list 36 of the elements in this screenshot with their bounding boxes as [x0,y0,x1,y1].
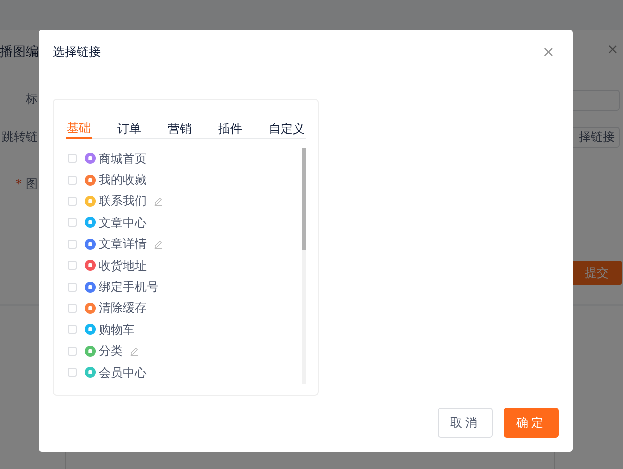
cancel-button[interactable]: 取消 [438,408,493,438]
checkbox[interactable] [68,176,77,185]
pencil-icon[interactable] [154,240,163,249]
link-label[interactable]: 购物车 [99,320,135,339]
checkbox[interactable] [68,304,77,313]
page-title: 播图编 [0,44,39,62]
tab[interactable]: 自定义 [268,118,306,139]
link-label[interactable]: 商城首页 [99,150,147,168]
link-label[interactable]: 绑定手机号 [99,278,159,296]
tab[interactable]: 营销 [167,118,193,139]
link-label[interactable]: 会员中心 [99,364,147,382]
checkbox[interactable] [68,346,77,356]
checkbox[interactable] [68,154,77,164]
pencil-icon[interactable] [130,346,139,356]
link-label[interactable]: 我的收藏 [99,171,147,190]
link-label[interactable]: 分类 [99,342,123,360]
dialog-title: 选择链接 [53,44,101,61]
link-label[interactable]: 文章详情 [99,235,147,254]
checkbox[interactable] [68,261,77,270]
checkbox[interactable] [68,325,77,334]
tab[interactable]: 插件 [218,118,244,139]
checkbox[interactable] [68,196,77,206]
checkbox[interactable] [68,240,77,249]
form-label: * 图 [16,176,38,193]
checkbox[interactable] [68,218,77,228]
link-label[interactable]: 联系我们 [99,192,147,210]
scrollbar[interactable] [302,148,306,384]
link-label[interactable]: 文章中心 [99,214,147,232]
form-label: 跳转链 [2,129,38,146]
checkbox[interactable] [68,282,77,292]
checkbox[interactable] [68,368,77,378]
tab[interactable]: 订单 [116,118,142,139]
link-label[interactable]: 清除缓存 [99,299,147,318]
pencil-icon[interactable] [154,196,163,206]
form-label: 标 [26,91,38,108]
link-label[interactable]: 收货地址 [99,256,147,275]
